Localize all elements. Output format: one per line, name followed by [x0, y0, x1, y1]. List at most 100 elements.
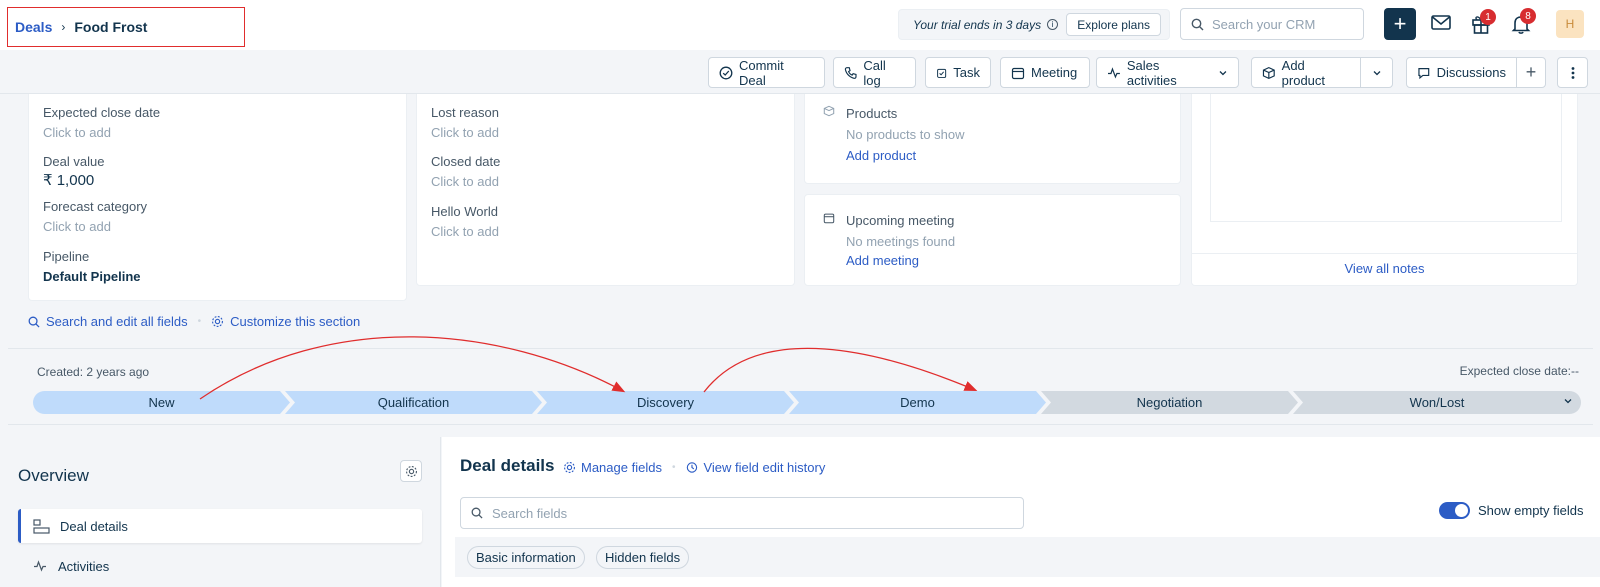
commit-deal-button[interactable]: Commit Deal	[708, 57, 825, 88]
chat-icon	[1418, 67, 1430, 79]
pipeline-stage-won-lost[interactable]: Won/Lost	[1293, 391, 1581, 414]
trial-text: Your trial ends in 3 days	[913, 17, 1042, 32]
more-vertical-icon	[1571, 66, 1574, 79]
overview-item-activities[interactable]: Activities	[18, 549, 422, 583]
explore-plans-button[interactable]: Explore plans	[1066, 13, 1161, 36]
tab-basic-information[interactable]: Basic information	[467, 546, 585, 569]
pipeline-stage-qualification[interactable]: Qualification	[285, 391, 542, 414]
overview-settings-button[interactable]	[400, 460, 422, 482]
add-product-dropdown[interactable]	[1360, 57, 1393, 88]
deal-details-links: Manage fields • View field edit history	[563, 460, 825, 475]
trial-banner: Your trial ends in 3 days i Explore plan…	[898, 9, 1170, 40]
chevron-down-icon[interactable]	[1563, 396, 1573, 406]
lost-reason-label: Lost reason	[431, 105, 499, 120]
pipeline-stage-discovery[interactable]: Discovery	[537, 391, 794, 414]
breadcrumb-current: Food Frost	[74, 19, 148, 35]
show-empty-fields-toggle-row: Show empty fields	[1439, 502, 1584, 519]
expected-close-text: Expected close date:--	[1459, 364, 1579, 378]
deal-value[interactable]: ₹ 1,000	[43, 171, 94, 189]
separator-dot: •	[671, 462, 676, 473]
box-icon	[1262, 66, 1275, 79]
field-edit-history-link[interactable]: View field edit history	[703, 460, 825, 475]
sales-activities-dropdown[interactable]: Sales activities	[1096, 57, 1239, 88]
search-edit-fields-link[interactable]: Search and edit all fields	[46, 314, 188, 329]
box-icon	[823, 105, 835, 117]
search-icon	[28, 316, 40, 328]
gear-icon	[564, 462, 575, 473]
commit-deal-label: Commit Deal	[738, 57, 784, 88]
manage-fields-link[interactable]: Manage fields	[581, 460, 662, 475]
crm-search-placeholder: Search your CRM	[1212, 16, 1316, 32]
deal-value-label: Deal value	[43, 154, 105, 169]
pipeline-value[interactable]: Default Pipeline	[43, 269, 141, 284]
breadcrumb-deals-link[interactable]: Deals	[15, 19, 52, 35]
avatar[interactable]: H	[1556, 10, 1584, 38]
check-circle-icon	[719, 66, 733, 79]
activity-icon	[34, 560, 46, 572]
call-log-label: Call log	[863, 57, 886, 88]
top-bar: Deals › Food Frost Your trial ends in 3 …	[0, 0, 1600, 50]
task-label: Task	[953, 65, 980, 80]
pipeline-label: Pipeline	[43, 249, 90, 264]
created-text: Created: 2 years ago	[37, 365, 150, 379]
add-product-button[interactable]: Add product	[1251, 57, 1361, 88]
overview-item-deal-details[interactable]: Deal details	[18, 509, 422, 543]
sales-activities-label: Sales activities	[1126, 57, 1177, 88]
tab-hidden-fields[interactable]: Hidden fields	[596, 546, 690, 569]
products-title: Products	[846, 106, 898, 121]
lost-reason-value[interactable]: Click to add	[431, 125, 499, 140]
divider	[1192, 253, 1577, 254]
gear-icon	[405, 465, 417, 477]
add-meeting-link[interactable]: Add meeting	[846, 253, 919, 268]
deal-extra-card: Lost reason Click to add Closed date Cli…	[416, 94, 795, 286]
gear-icon	[212, 316, 224, 327]
search-icon	[1191, 18, 1204, 30]
chevron-down-icon	[1373, 70, 1380, 75]
meetings-card: Upcoming meeting No meetings found Add m…	[804, 194, 1181, 286]
search-fields-input[interactable]: Search fields	[460, 497, 1024, 529]
task-button[interactable]: Task	[925, 57, 991, 88]
deal-details-panel: Deal details Manage fields • View field …	[442, 437, 1600, 587]
hello-world-value[interactable]: Click to add	[431, 224, 499, 239]
separator-dot: •	[197, 316, 202, 327]
closed-date-value[interactable]: Click to add	[431, 174, 499, 189]
add-product-label: Add product	[1281, 57, 1326, 88]
expected-close-label: Expected close date	[43, 105, 161, 120]
quick-add-button[interactable]: +	[1384, 8, 1416, 40]
pipeline-stage-demo[interactable]: Demo	[789, 391, 1046, 414]
list-icon	[33, 518, 50, 534]
pipeline-stage-negotiation[interactable]: Negotiation	[1041, 391, 1298, 414]
add-product-link[interactable]: Add product	[846, 148, 916, 163]
overview-title: Overview	[18, 466, 89, 485]
history-icon	[687, 462, 698, 473]
crm-search-input[interactable]: Search your CRM	[1180, 8, 1364, 40]
view-all-notes-link[interactable]: View all notes	[1192, 261, 1577, 276]
action-bar: Commit Deal Call log Task Meeting Sales …	[0, 50, 1600, 94]
more-options-button[interactable]	[1557, 57, 1588, 88]
show-empty-fields-toggle[interactable]	[1439, 502, 1470, 519]
chevron-down-icon	[1219, 70, 1227, 75]
meeting-button[interactable]: Meeting	[1000, 57, 1090, 88]
show-empty-fields-label: Show empty fields	[1478, 503, 1584, 518]
gift-badge: 1	[1480, 9, 1496, 25]
pipeline-stages: Created: 2 years ago Expected close date…	[8, 348, 1593, 425]
customize-section-link[interactable]: Customize this section	[230, 314, 360, 329]
meeting-title: Upcoming meeting	[846, 213, 955, 228]
forecast-value[interactable]: Click to add	[43, 219, 111, 234]
activity-icon	[1107, 66, 1120, 79]
mail-icon[interactable]	[1430, 13, 1452, 33]
info-icon[interactable]: i	[1047, 19, 1059, 30]
hello-world-label: Hello World	[431, 204, 498, 219]
deal-details-nav-label: Deal details	[60, 518, 128, 534]
calendar-icon	[1011, 67, 1025, 79]
add-discussion-button[interactable]: +	[1516, 57, 1546, 88]
discussions-button[interactable]: Discussions	[1406, 57, 1517, 88]
pipeline-stage-new[interactable]: New	[33, 391, 290, 414]
activities-nav-label: Activities	[58, 558, 110, 574]
section-tabs-bar: Basic information Hidden fields	[455, 537, 1600, 577]
phone-icon	[844, 66, 857, 79]
discussions-label: Discussions	[1436, 65, 1506, 80]
products-empty: No products to show	[846, 127, 965, 142]
call-log-button[interactable]: Call log	[833, 57, 916, 88]
expected-close-value[interactable]: Click to add	[43, 125, 111, 140]
